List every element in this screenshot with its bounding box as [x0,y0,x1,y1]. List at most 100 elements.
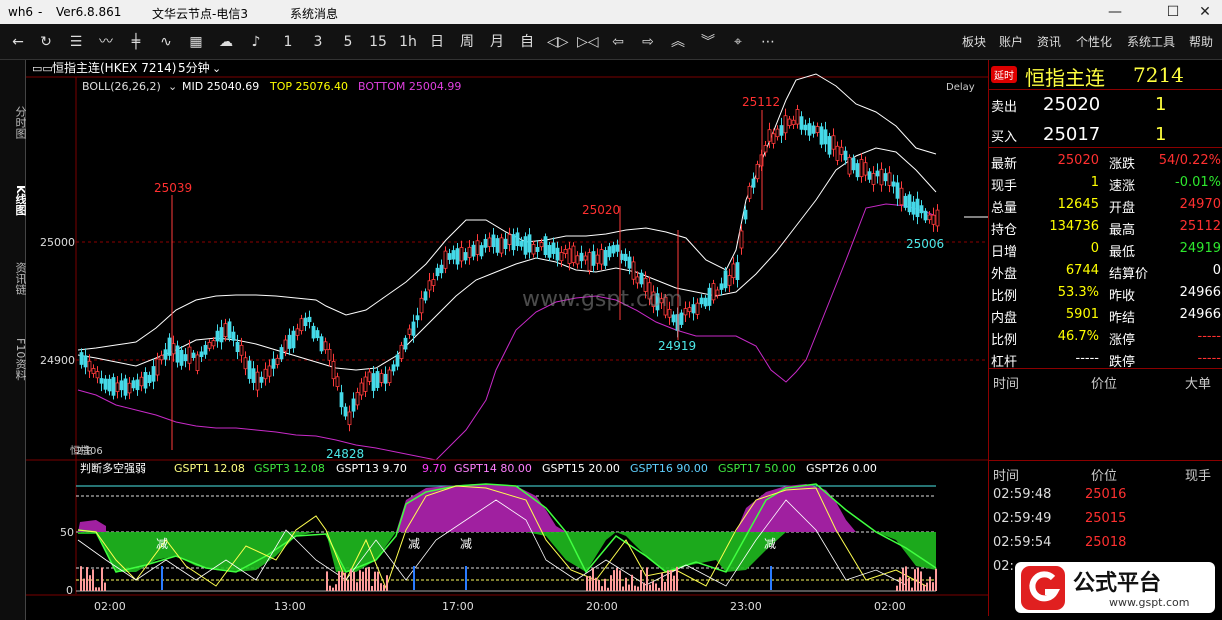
strength-bar [98,587,100,591]
zoom-in-icon[interactable]: ▷◁ [577,32,599,52]
period-month[interactable]: 月 [487,32,507,52]
candle-body [423,291,428,301]
candle-body [799,116,804,130]
stat-label: 最高 [1109,223,1136,238]
stat-value: ----- [1197,329,1221,344]
tick-row[interactable]: 02:59:54 25018 [989,532,1222,554]
zoom-out-icon[interactable]: ◁▷ [547,32,569,52]
system-message[interactable]: 系统消息 [290,5,338,22]
list-icon[interactable]: ☰ [66,32,86,52]
crosshair-icon[interactable]: ⌖ [728,32,748,52]
period-1h[interactable]: 1h [396,32,420,52]
tick-row[interactable]: 02:59:49 25015 [989,508,1222,530]
candle-body [315,330,320,339]
close-icon[interactable]: ✕ [1190,2,1220,22]
gspt14-label: GSPT14 80.00 [454,462,532,475]
candle-body [447,253,452,260]
candle-body [311,325,316,339]
menu-personalize[interactable]: 个性化 [1076,33,1112,50]
menu-sector[interactable]: 板块 [962,33,986,50]
candle-body [387,369,392,384]
chevron-down-icon[interactable]: ⌄ [212,62,221,75]
candle-body [523,236,528,255]
strength-bar [335,584,337,591]
candle-body [783,115,788,134]
boll-top: TOP 25076.40 [269,80,348,93]
refresh-icon[interactable]: ↻ [36,32,56,52]
candle-body [887,172,892,186]
candle-body [583,255,588,261]
candle-body [719,283,724,290]
stat-label: 持仓 [991,223,1018,238]
instrument-name: 恒指主连 [1025,66,1105,90]
candle-body [351,398,356,412]
indicator-icon[interactable]: ∿ [156,32,176,52]
menu-account[interactable]: 账户 [999,33,1023,50]
arrow-up-icon[interactable]: ︽ [668,32,688,52]
line-chart-icon[interactable]: 〰 [96,32,116,52]
candle-body [527,234,532,253]
strength-bar [592,568,594,591]
candle-body [439,264,444,274]
stat-value: 54/0.22% [1158,153,1221,168]
candle-body [935,209,940,227]
reduce-mark: 减 [764,537,776,551]
stat-label: 总量 [991,201,1018,216]
candlesticks [79,104,940,450]
high-annotation: 25112 [742,95,780,109]
period-week[interactable]: 周 [457,32,477,52]
col-volume: 现手 [1185,469,1212,484]
period-day[interactable]: 日 [427,32,447,52]
candle-body [395,354,400,367]
kline-icon[interactable]: ╪ [126,32,146,52]
tab-newslink[interactable]: 资讯链 [0,246,27,306]
col-bigorder: 大单 [1185,377,1212,392]
arrow-left-icon[interactable]: ⇦ [608,32,628,52]
period-1m[interactable]: 1 [278,32,298,52]
chart-area[interactable]: ▭▭ 恒指主连(HKEX 7214) 5分钟 ⌄ BOLL(26,26,2) ⌄… [26,60,988,616]
maximize-icon[interactable]: ☐ [1158,2,1188,22]
candle-body [567,248,572,264]
candle-body [755,163,760,180]
grid-icon[interactable]: ▦ [186,32,206,52]
candle-body [631,261,636,280]
period-label[interactable]: 5分钟 [178,60,210,75]
indicator-title[interactable]: 判断多空强弱 [80,461,146,475]
period-15m[interactable]: 15 [366,32,390,52]
period-3m[interactable]: 3 [308,32,328,52]
candle-body [263,368,268,380]
chevron-down-icon[interactable]: ⌄ [168,80,177,93]
tick-row[interactable]: 02:59:48 25016 [989,484,1222,506]
arrow-right-icon[interactable]: ⇨ [638,32,658,52]
bell-icon[interactable]: ♪ [246,32,266,52]
quote-row: 日增 0 最低 24919 [989,238,1222,260]
boll-mid-line [77,147,937,371]
candle-body [683,308,688,316]
tab-f10[interactable]: F10资料 [0,322,27,392]
strength-bar [661,573,663,591]
period-5m[interactable]: 5 [338,32,358,52]
menu-help[interactable]: 帮助 [1189,33,1213,50]
minimize-icon[interactable]: — [1100,2,1130,22]
period-custom[interactable]: 自 [517,32,537,52]
candle-body [787,118,792,126]
col-price: 价位 [1091,469,1118,484]
gspt26-label: GSPT26 0.00 [806,462,877,475]
strength-bar [634,585,636,591]
candle-body [775,128,780,138]
chart-menu-icon[interactable]: ▭▭ [32,62,53,75]
stat-label: 外盘 [991,267,1018,282]
menu-tools[interactable]: 系统工具 [1127,33,1175,50]
more-icon[interactable]: ⋯ [758,32,778,52]
menu-news[interactable]: 资讯 [1037,33,1061,50]
arrow-down-icon[interactable]: ︾ [698,32,718,52]
tab-timeshare[interactable]: 分时图 [0,90,27,150]
strength-bar [640,569,642,591]
stat-label: 最低 [1109,245,1136,260]
cloud-icon[interactable]: ☁ [216,32,236,52]
tab-kline[interactable]: K线图 [0,168,27,228]
stat-label: 速涨 [1109,179,1136,194]
back-icon[interactable]: ← [8,32,28,52]
last-annotation: 25006 [906,237,944,251]
candle-body [327,348,332,361]
